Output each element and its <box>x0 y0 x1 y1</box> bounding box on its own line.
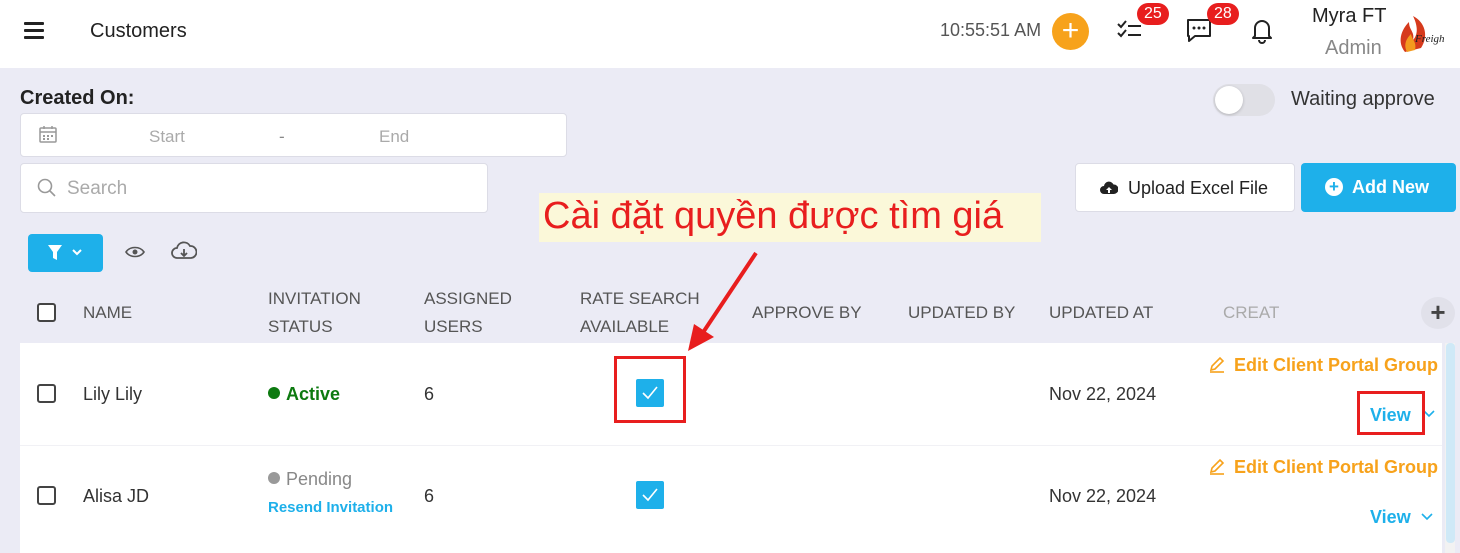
col-header-invitation-line1: INVITATION <box>268 289 361 308</box>
edit-label: Edit Client Portal Group <box>1234 355 1439 375</box>
toggle-knob <box>1215 86 1243 114</box>
range-separator: - <box>279 127 285 146</box>
cloud-download-icon[interactable] <box>171 240 197 262</box>
annotation-arrow <box>688 251 758 351</box>
upload-excel-button[interactable]: Upload Excel File <box>1075 163 1295 212</box>
updated-at: Nov 22, 2024 <box>1049 384 1157 404</box>
quick-add-button[interactable]: + <box>1052 13 1089 50</box>
col-header-created[interactable]: CREAT <box>1223 299 1279 327</box>
add-new-button[interactable]: + Add New <box>1301 163 1456 212</box>
tasks-button[interactable]: 25 <box>1115 3 1169 46</box>
updated-at: Nov 22, 2024 <box>1049 486 1157 506</box>
cloud-upload-icon <box>1100 181 1118 194</box>
chevron-down-icon[interactable] <box>1420 511 1434 521</box>
pencil-icon <box>1209 458 1225 475</box>
menu-icon[interactable] <box>24 22 44 40</box>
search-box <box>20 163 488 213</box>
edit-client-portal-group-link[interactable]: Edit Client Portal Group <box>1208 457 1438 478</box>
add-column-button[interactable]: + <box>1421 297 1455 329</box>
invitation-status: Pending <box>268 469 352 490</box>
page-title: Customers <box>90 20 187 42</box>
add-icon: + <box>1061 14 1080 47</box>
calendar-icon <box>39 126 57 143</box>
plus-circle-icon: + <box>1325 178 1343 196</box>
date-range-picker[interactable]: Start - End <box>20 113 567 157</box>
highlight-box-view <box>1357 391 1425 435</box>
select-all-checkbox[interactable] <box>37 303 56 322</box>
annotation-callout: Cài đặt quyền được tìm giá <box>539 193 1041 242</box>
assigned-users-count: 6 <box>424 486 435 506</box>
search-icon <box>37 178 56 197</box>
start-date-field[interactable]: Start <box>149 127 185 147</box>
col-header-invitation-status[interactable]: INVITATION STATUS <box>268 285 361 341</box>
edit-client-portal-group-link[interactable]: Edit Client Portal Group <box>1208 355 1438 376</box>
col-header-assigned-line2: USERS <box>424 317 483 336</box>
plus-icon: + <box>1430 297 1446 327</box>
svg-text:Freight: Freight <box>1414 33 1445 45</box>
search-input[interactable] <box>67 176 467 202</box>
notifications-button[interactable] <box>1248 16 1278 46</box>
row-checkbox[interactable] <box>37 384 56 403</box>
status-dot <box>268 387 280 399</box>
bell-icon <box>1252 20 1272 44</box>
waiting-approve-toggle[interactable] <box>1213 84 1275 116</box>
upload-excel-label: Upload Excel File <box>1128 178 1269 198</box>
check-icon <box>642 488 658 502</box>
top-bar: Customers 10:55:51 AM + 25 28 Myra FT Ad… <box>0 0 1460 68</box>
filter-dropdown-button[interactable] <box>28 234 103 272</box>
company-logo: Freight <box>1400 16 1445 52</box>
status-text: Pending <box>286 469 353 489</box>
col-header-assigned-users[interactable]: ASSIGNED USERS <box>424 285 512 341</box>
messages-button[interactable]: 28 <box>1185 3 1239 46</box>
row-divider <box>20 445 1442 446</box>
assigned-users-count: 6 <box>424 384 435 404</box>
row-checkbox[interactable] <box>37 486 56 505</box>
col-header-updated-at[interactable]: UPDATED AT <box>1049 299 1153 327</box>
rate-search-checkbox[interactable] <box>636 481 664 509</box>
status-dot <box>268 472 280 484</box>
add-new-label: Add New <box>1352 177 1430 197</box>
end-date-field[interactable]: End <box>379 127 409 147</box>
highlight-box-rate-search <box>614 356 686 423</box>
clock: 10:55:51 AM <box>940 20 1042 40</box>
col-header-name[interactable]: NAME <box>83 299 132 327</box>
resend-invitation-link[interactable]: Resend Invitation <box>268 499 393 516</box>
status-text: Active <box>286 384 341 404</box>
user-name[interactable]: Myra FT <box>1312 5 1386 28</box>
messages-badge: 28 <box>1207 3 1239 25</box>
scrollbar-thumb[interactable] <box>1446 343 1455 543</box>
invitation-status: Active <box>268 384 340 405</box>
pencil-icon <box>1209 356 1225 373</box>
col-header-assigned-line1: ASSIGNED <box>424 289 512 308</box>
tasks-badge: 25 <box>1137 3 1169 25</box>
col-header-updated-by[interactable]: UPDATED BY <box>908 299 1015 327</box>
waiting-approve-label: Waiting approve <box>1291 88 1435 110</box>
created-on-label: Created On: <box>20 87 135 109</box>
user-role: Admin <box>1325 37 1382 59</box>
col-header-invitation-line2: STATUS <box>268 317 333 336</box>
customer-name[interactable]: Alisa JD <box>83 486 149 507</box>
edit-label: Edit Client Portal Group <box>1234 457 1439 477</box>
customer-name[interactable]: Lily Lily <box>83 384 142 405</box>
filter-icon <box>48 245 82 260</box>
eye-icon[interactable] <box>125 243 145 261</box>
view-link[interactable]: View <box>1370 507 1411 528</box>
